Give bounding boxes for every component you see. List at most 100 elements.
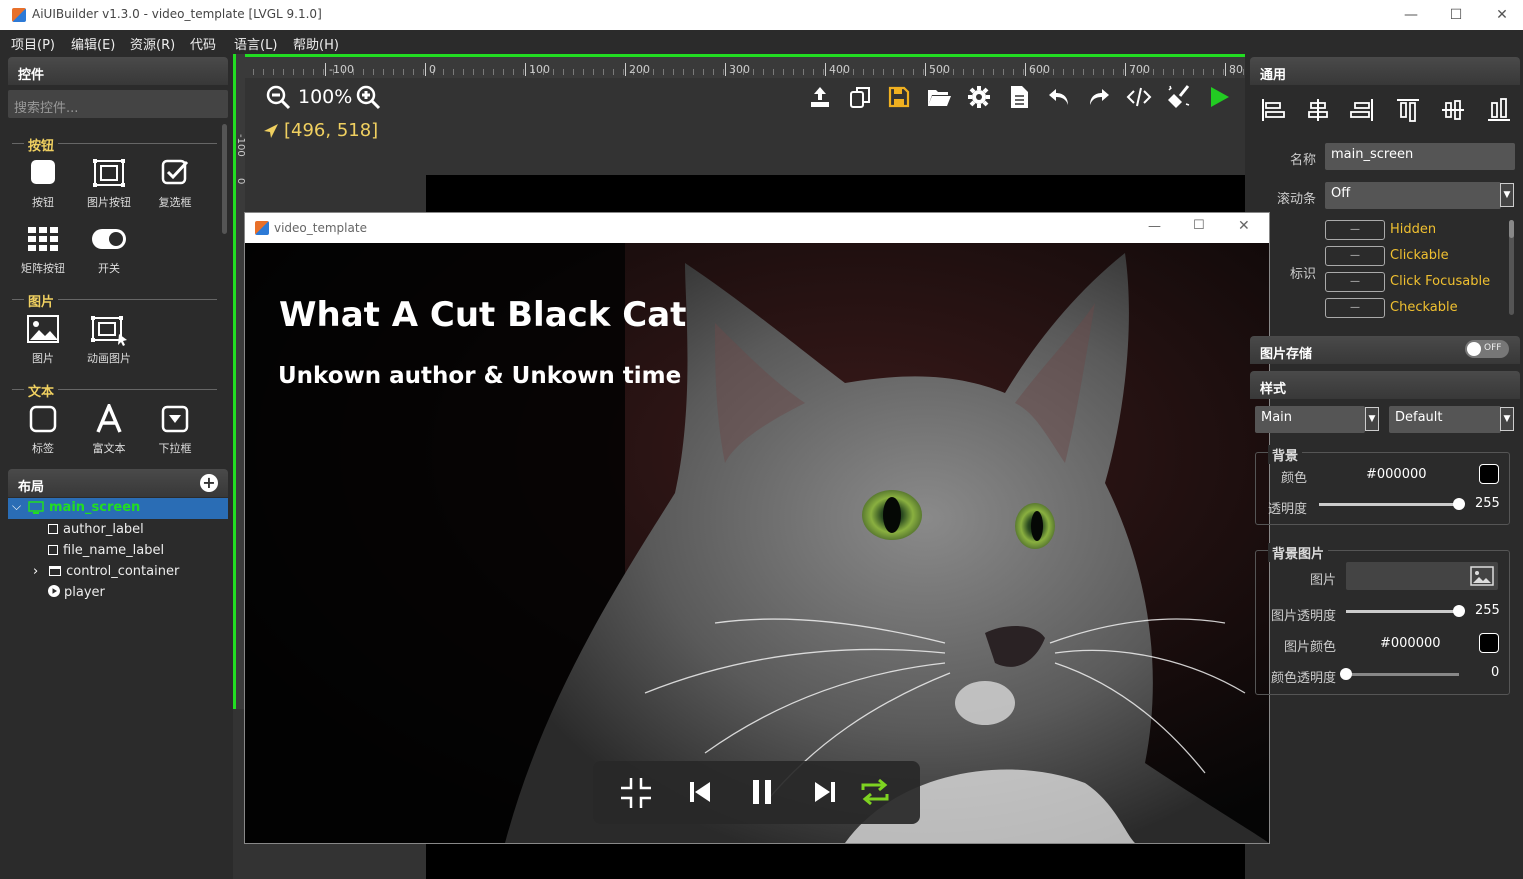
widget-switch-label: 开关 xyxy=(98,262,120,275)
flags-scrollbar[interactable] xyxy=(1509,220,1514,315)
slider-knob[interactable] xyxy=(1453,605,1465,617)
style-part-select[interactable]: Main xyxy=(1255,406,1365,433)
bg-color-value[interactable]: #000000 xyxy=(1366,467,1427,482)
scrollbar-label: 滚动条 xyxy=(1276,192,1316,207)
image-icon[interactable] xyxy=(1470,566,1494,586)
align-bottom-icon[interactable] xyxy=(1486,97,1512,123)
menu-code[interactable]: 代码 xyxy=(190,34,216,53)
bgimg-picker[interactable] xyxy=(1346,562,1498,590)
zoom-out-icon[interactable] xyxy=(266,85,292,111)
label-widget-icon xyxy=(10,404,76,436)
tree-row-file-name-label[interactable]: file_name_label xyxy=(48,543,164,558)
open-folder-icon[interactable] xyxy=(924,82,954,112)
bg-opa-slider[interactable] xyxy=(1319,498,1465,510)
flag-clickable-checkbox[interactable]: — xyxy=(1325,246,1385,266)
menu-project[interactable]: 项目(P) xyxy=(11,34,55,53)
widget-switch[interactable]: 开关 xyxy=(76,224,142,276)
clean-broom-icon[interactable] xyxy=(1164,82,1194,112)
preview-maximize-button[interactable]: ☐ xyxy=(1193,218,1205,233)
widget-dropdown-label: 下拉框 xyxy=(158,442,192,455)
export-icon[interactable] xyxy=(805,82,835,112)
maximize-button[interactable]: ☐ xyxy=(1433,0,1479,30)
slider-knob[interactable] xyxy=(1453,498,1465,510)
tree-row-author-label[interactable]: author_label xyxy=(48,522,144,537)
bg-color-swatch[interactable] xyxy=(1479,464,1499,484)
redo-icon[interactable] xyxy=(1084,82,1114,112)
skip-previous-icon[interactable] xyxy=(688,780,712,804)
align-top-icon[interactable] xyxy=(1395,97,1421,123)
widget-animimg[interactable]: 动画图片 xyxy=(76,314,142,366)
document-icon[interactable] xyxy=(1004,82,1034,112)
code-icon[interactable] xyxy=(1124,82,1154,112)
bgimg-color-swatch[interactable] xyxy=(1479,633,1499,653)
preview-close-button[interactable]: ✕ xyxy=(1238,218,1250,234)
align-center-vertical-icon[interactable] xyxy=(1440,97,1466,123)
close-button[interactable]: ✕ xyxy=(1479,0,1523,30)
general-panel-title: 通用 xyxy=(1260,68,1287,83)
image-cache-toggle[interactable]: OFF xyxy=(1465,340,1509,358)
skip-next-icon[interactable] xyxy=(813,780,837,804)
menu-edit[interactable]: 编辑(E) xyxy=(71,34,115,53)
widget-spangroup[interactable]: 富文本 xyxy=(76,401,142,456)
preview-minimize-button[interactable]: — xyxy=(1148,219,1161,234)
layout-panel-header: 布局 xyxy=(8,469,228,497)
align-right-icon[interactable] xyxy=(1349,97,1375,123)
style-state-select[interactable]: Default xyxy=(1389,406,1501,433)
cursor-arrow-icon xyxy=(264,124,278,138)
video-player[interactable]: What A Cut Black Cat Unkown author & Unk… xyxy=(245,243,1269,843)
button-matrix-widget-icon xyxy=(10,224,76,256)
widget-label[interactable]: 标签 xyxy=(10,404,76,456)
menu-help[interactable]: 帮助(H) xyxy=(293,34,339,53)
settings-gear-icon[interactable] xyxy=(964,82,994,112)
align-center-horizontal-icon[interactable] xyxy=(1305,97,1331,123)
scrollbar-select[interactable]: Off xyxy=(1325,182,1501,209)
widgets-panel-title: 控件 xyxy=(18,68,45,83)
flag-click-focusable-checkbox[interactable]: — xyxy=(1325,272,1385,292)
widget-button[interactable]: 按钮 xyxy=(10,158,76,210)
flag-checkable-checkbox[interactable]: — xyxy=(1325,298,1385,318)
widget-checkbox[interactable]: 复选框 xyxy=(142,158,208,210)
name-input[interactable]: main_screen xyxy=(1325,143,1515,170)
widget-dropdown[interactable]: 下拉框 xyxy=(142,404,208,456)
exit-fullscreen-icon[interactable] xyxy=(619,776,653,810)
run-play-icon[interactable] xyxy=(1204,82,1234,112)
menu-resources[interactable]: 资源(R) xyxy=(130,34,175,53)
chevron-down-icon[interactable]: ▼ xyxy=(1500,183,1514,207)
ruler-tick: 0 xyxy=(235,178,246,185)
copy-icon[interactable] xyxy=(845,82,875,112)
chevron-down-icon[interactable]: ▼ xyxy=(1500,407,1514,431)
tree-row-control-container[interactable]: › control_container xyxy=(33,564,179,579)
tree-row-main-screen[interactable]: ⌵ main_screen xyxy=(8,498,228,519)
widgets-scrollbar[interactable] xyxy=(222,124,227,234)
image-widget-icon xyxy=(10,314,76,346)
chevron-down-icon[interactable]: ▼ xyxy=(1365,407,1379,431)
menu-language[interactable]: 语言(L) xyxy=(234,34,277,53)
pause-icon[interactable] xyxy=(750,779,774,805)
bgimg-recolor-opa-value: 0 xyxy=(1491,665,1500,680)
repeat-icon[interactable] xyxy=(859,777,891,807)
bgimg-recolor-opa-slider[interactable] xyxy=(1340,668,1459,680)
align-left-icon[interactable] xyxy=(1260,97,1286,123)
widget-image-button[interactable]: 图片按钮 xyxy=(76,158,142,210)
bgimg-label: 图片 xyxy=(1309,573,1336,588)
slider-knob[interactable] xyxy=(1340,668,1352,680)
button-widget-icon xyxy=(10,158,76,190)
bgimg-opa-slider[interactable] xyxy=(1346,605,1465,617)
widget-image[interactable]: 图片 xyxy=(10,314,76,366)
chevron-down-icon[interactable]: ⌵ xyxy=(12,499,21,514)
widget-image-button-label: 图片按钮 xyxy=(87,196,131,209)
app-window: AiUIBuilder v1.3.0 - video_template [LVG… xyxy=(0,0,1523,879)
flag-hidden-checkbox[interactable]: — xyxy=(1325,220,1385,240)
widget-button-matrix[interactable]: 矩阵按钮 xyxy=(10,224,76,276)
bgimg-color-value[interactable]: #000000 xyxy=(1380,636,1441,651)
style-title: 样式 xyxy=(1260,382,1287,397)
align-toolbar xyxy=(1260,97,1520,127)
add-layout-button[interactable]: + xyxy=(200,474,218,492)
save-icon[interactable] xyxy=(884,82,914,112)
minimize-button[interactable]: — xyxy=(1388,0,1434,30)
tree-row-player[interactable]: player xyxy=(48,585,105,600)
widget-search-input[interactable]: 搜索控件... xyxy=(8,90,228,118)
chevron-right-icon[interactable]: › xyxy=(33,564,45,579)
undo-icon[interactable] xyxy=(1044,82,1074,112)
zoom-in-icon[interactable] xyxy=(356,85,382,111)
